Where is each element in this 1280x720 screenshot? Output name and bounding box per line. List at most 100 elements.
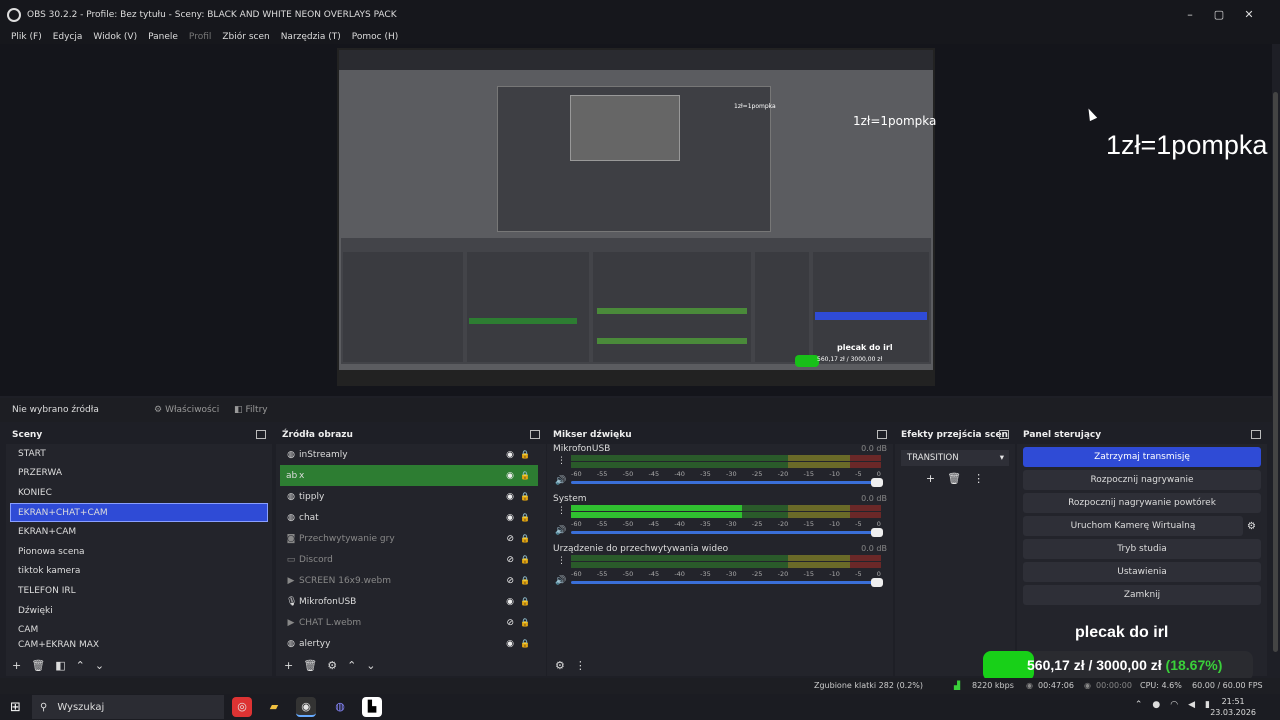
scene-item[interactable]: KONIEC [6, 483, 272, 503]
volume-slider[interactable] [571, 478, 883, 487]
wifi-icon[interactable]: ◠ [1170, 700, 1178, 710]
filter-icon[interactable]: ◧ [55, 659, 65, 672]
scene-item-selected[interactable]: EKRAN+CHAT+CAM [10, 502, 268, 523]
add-icon[interactable]: + [284, 659, 293, 672]
more-icon[interactable]: ⋮ [557, 556, 566, 566]
eye-off-icon[interactable]: ⊘ [506, 576, 514, 586]
taskbar-search[interactable]: ⚲ Wyszukaj [32, 695, 224, 719]
chevron-up-icon[interactable]: ⌃ [76, 659, 85, 672]
scene-item[interactable]: EKRAN+CAM [6, 522, 272, 542]
eye-off-icon[interactable]: ⊘ [506, 555, 514, 565]
volume-slider[interactable] [571, 578, 883, 587]
source-item[interactable]: 🎙 MikrofonUSB ◉ 🔒 [280, 591, 538, 612]
lock-icon[interactable]: 🔒 [520, 639, 530, 648]
menu-edycja[interactable]: Edycja [53, 32, 83, 42]
menu-profil[interactable]: Profil [189, 32, 211, 42]
lock-icon[interactable]: 🔒 [520, 597, 530, 606]
source-item[interactable]: ◍ chat ◉ 🔒 [280, 507, 538, 528]
scene-item[interactable]: START [6, 444, 272, 464]
scene-item[interactable]: CAM [6, 620, 272, 640]
studio-mode-button[interactable]: Tryb studia [1023, 539, 1261, 559]
transition-select[interactable]: TRANSITION ▾ [901, 450, 1009, 466]
eye-icon[interactable]: ◉ [506, 492, 514, 502]
chevron-down-icon[interactable]: ⌄ [95, 659, 104, 672]
menu-zbior-scen[interactable]: Zbiór scen [222, 32, 269, 42]
menu-panele[interactable]: Panele [148, 32, 178, 42]
more-icon[interactable]: ⋮ [973, 472, 984, 485]
eye-off-icon[interactable]: ⊘ [506, 618, 514, 628]
menu-pomoc[interactable]: Pomoc (H) [352, 32, 399, 42]
trash-icon[interactable]: 🗑 [947, 472, 961, 485]
eye-icon[interactable]: ◉ [506, 597, 514, 607]
scene-item[interactable]: Dźwięki [6, 601, 272, 621]
source-item[interactable]: ◍ alertyy ◉ 🔒 [280, 633, 538, 654]
volume-knob[interactable] [871, 578, 883, 587]
gear-icon[interactable]: ⚙ [1247, 521, 1261, 532]
source-item[interactable]: ▶ CHAT L.webm ⊘ 🔒 [280, 612, 538, 633]
source-item[interactable]: ▶ SCREEN 16x9.webm ⊘ 🔒 [280, 570, 538, 591]
chevron-up-icon[interactable]: ⌃ [347, 659, 356, 672]
app-icon[interactable]: ◍ [330, 697, 350, 717]
stop-stream-button[interactable]: Zatrzymaj transmisję [1023, 447, 1261, 467]
obs-icon[interactable]: ◉ [296, 697, 316, 717]
add-icon[interactable]: + [926, 472, 935, 485]
source-item[interactable]: ◍ tipply ◉ 🔒 [280, 486, 538, 507]
right-scrollbar[interactable] [1272, 82, 1280, 694]
lock-icon[interactable]: 🔒 [520, 492, 530, 501]
windows-start-icon[interactable]: ⊞ [10, 700, 21, 715]
minimize-button[interactable]: – [1183, 8, 1197, 22]
more-icon[interactable]: ⋮ [557, 456, 566, 466]
lock-icon[interactable]: 🔒 [520, 534, 530, 543]
lock-icon[interactable]: 🔒 [520, 618, 530, 627]
scene-item[interactable]: TELEFON IRL [6, 581, 272, 601]
lock-icon[interactable]: 🔒 [520, 555, 530, 564]
eye-icon[interactable]: ◉ [506, 513, 514, 523]
chevron-down-icon[interactable]: ⌄ [366, 659, 375, 672]
speaker-icon[interactable]: 🔊 [555, 476, 566, 486]
scene-item[interactable]: tiktok kamera [6, 562, 272, 582]
eye-icon[interactable]: ◉ [506, 639, 514, 649]
app2-icon[interactable]: ▙ [362, 697, 382, 717]
menu-plik[interactable]: Plik (F) [11, 32, 42, 42]
volume-knob[interactable] [871, 528, 883, 537]
popout-icon[interactable] [999, 430, 1009, 439]
clock[interactable]: 21:51 23.03.2026 [1210, 696, 1256, 718]
more-icon[interactable]: ⋮ [557, 506, 566, 516]
exit-button[interactable]: Zamknij [1023, 585, 1261, 605]
menu-narzedzia[interactable]: Narzędzia (T) [281, 32, 341, 42]
volume-slider[interactable] [571, 528, 883, 537]
folder-icon[interactable]: ▰ [264, 697, 284, 717]
source-item[interactable]: ▭ Discord ⊘ 🔒 [280, 549, 538, 570]
source-item[interactable]: ◍ inStreamly ◉ 🔒 [280, 444, 538, 465]
volume-knob[interactable] [871, 478, 883, 487]
lock-icon[interactable]: 🔒 [520, 576, 530, 585]
virtual-camera-button[interactable]: Uruchom Kamerę Wirtualną [1023, 516, 1243, 536]
mic-icon[interactable]: ● [1152, 700, 1160, 710]
popout-icon[interactable] [1251, 430, 1261, 439]
close-button[interactable]: ✕ [1242, 8, 1256, 22]
lock-icon[interactable]: 🔒 [520, 471, 530, 480]
add-icon[interactable]: + [12, 659, 21, 672]
lock-icon[interactable]: 🔒 [520, 450, 530, 459]
scene-item[interactable]: Pionowa scena [6, 542, 272, 562]
eye-icon[interactable]: ◉ [506, 450, 514, 460]
menu-widok[interactable]: Widok (V) [93, 32, 137, 42]
popout-icon[interactable] [530, 430, 540, 439]
properties-button[interactable]: ⚙ Właściwości [154, 402, 219, 418]
popout-icon[interactable] [877, 430, 887, 439]
filters-button[interactable]: ◧ Filtry [234, 402, 268, 418]
scene-item[interactable]: CAM+EKRAN MAX [6, 640, 272, 650]
popout-icon[interactable] [256, 430, 266, 439]
speaker-icon[interactable]: 🔊 [555, 576, 566, 586]
settings-button[interactable]: Ustawienia [1023, 562, 1261, 582]
preview-canvas[interactable]: 1zł=1pompka 1zł=1pompka plecak do irl 56… [337, 48, 936, 386]
lock-icon[interactable]: 🔒 [520, 513, 530, 522]
scene-item[interactable]: PRZERWA [6, 464, 272, 484]
source-item[interactable]: ab x ◉ 🔒 [280, 465, 538, 486]
gear-icon[interactable]: ⚙ [327, 659, 337, 672]
eye-off-icon[interactable]: ⊘ [506, 534, 514, 544]
volume-icon[interactable]: ◀ [1188, 700, 1195, 710]
gear-icon[interactable]: ⚙ [555, 659, 565, 672]
trash-icon[interactable]: 🗑 [31, 659, 45, 672]
trash-icon[interactable]: 🗑 [303, 659, 317, 672]
